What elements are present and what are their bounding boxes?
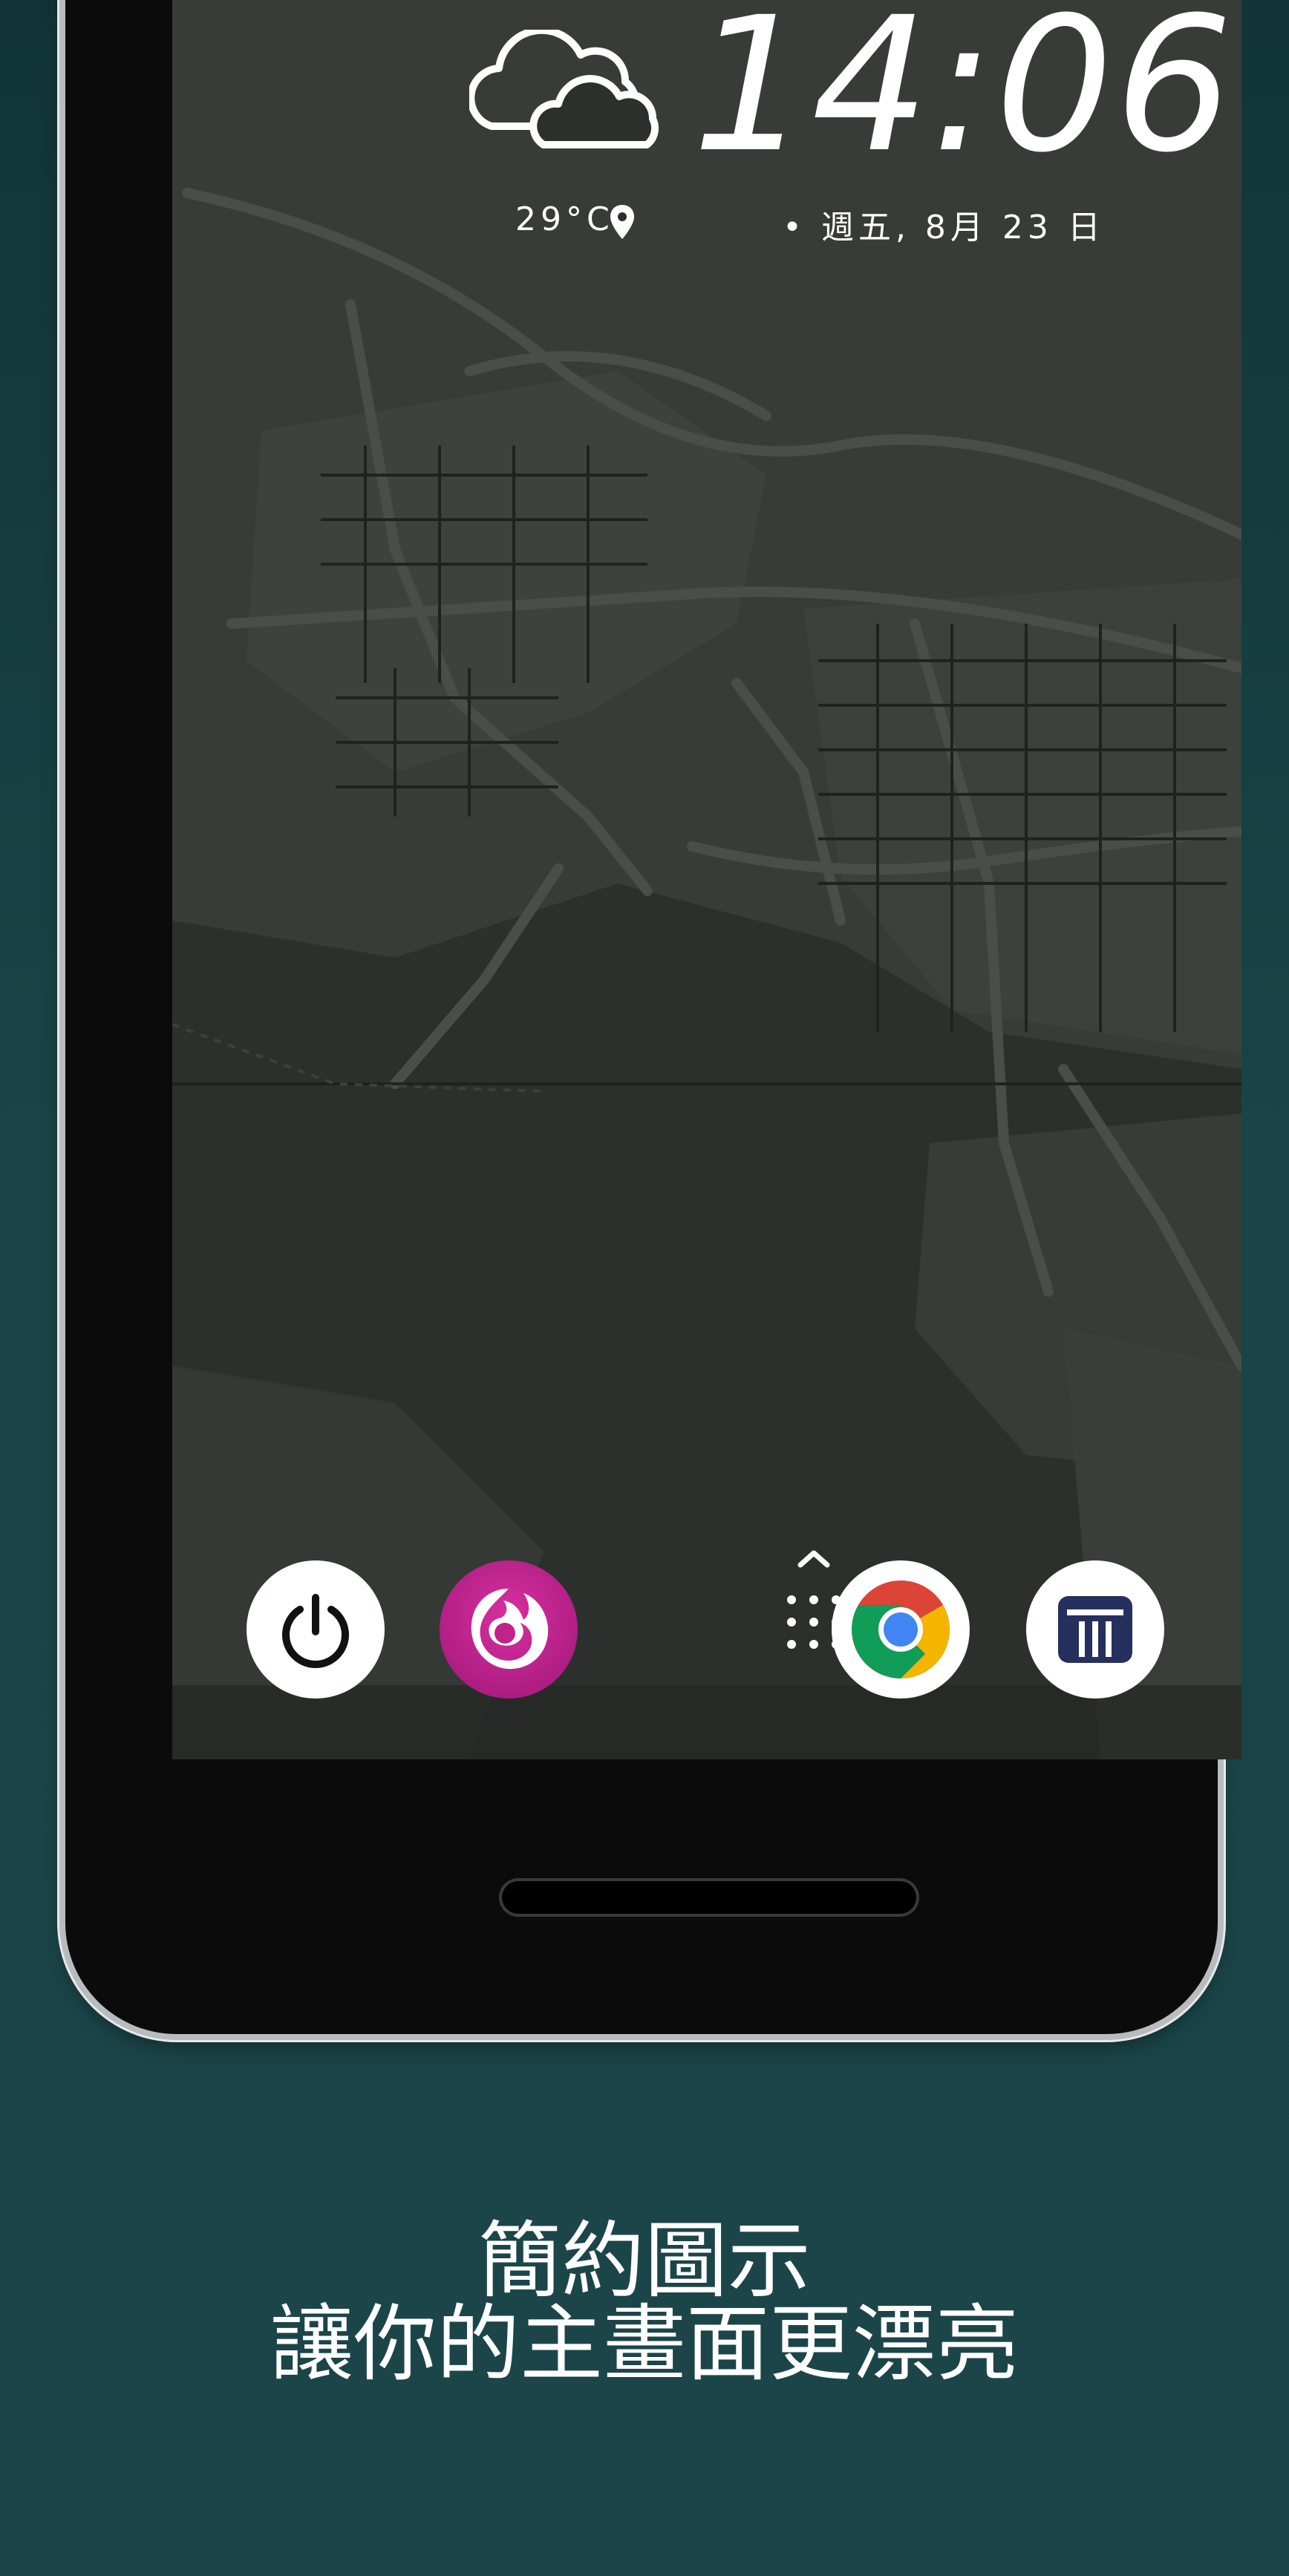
date-label[interactable]: • 週五, 8月 23 日 — [783, 200, 1105, 248]
caption-line-1: 簡約圖示 — [478, 2213, 811, 2309]
news-icon — [1058, 1596, 1132, 1663]
power-icon — [282, 1594, 349, 1669]
location-pin-icon — [610, 205, 634, 239]
firefox-focus-app-icon[interactable] — [440, 1560, 578, 1699]
map-wallpaper — [172, 0, 1241, 1759]
home-button[interactable] — [499, 1878, 919, 1917]
clock-time[interactable]: 14:06 — [692, 0, 1233, 186]
chrome-icon — [852, 1580, 950, 1678]
cloudy-icon — [469, 30, 659, 148]
chrome-app-icon[interactable] — [832, 1560, 970, 1699]
caption-line-2: 讓你的主畫面更漂亮 — [270, 2296, 1019, 2393]
phone-frame: 14:06 29°C • 週五, 8月 23 日 — [65, 0, 1241, 2034]
firefox-focus-icon — [471, 1589, 549, 1670]
home-screen: 14:06 29°C • 週五, 8月 23 日 — [172, 0, 1241, 1759]
power-app-icon[interactable] — [247, 1560, 385, 1699]
temperature-label[interactable]: 29°C — [515, 200, 614, 238]
news-app-icon[interactable] — [1026, 1560, 1164, 1699]
